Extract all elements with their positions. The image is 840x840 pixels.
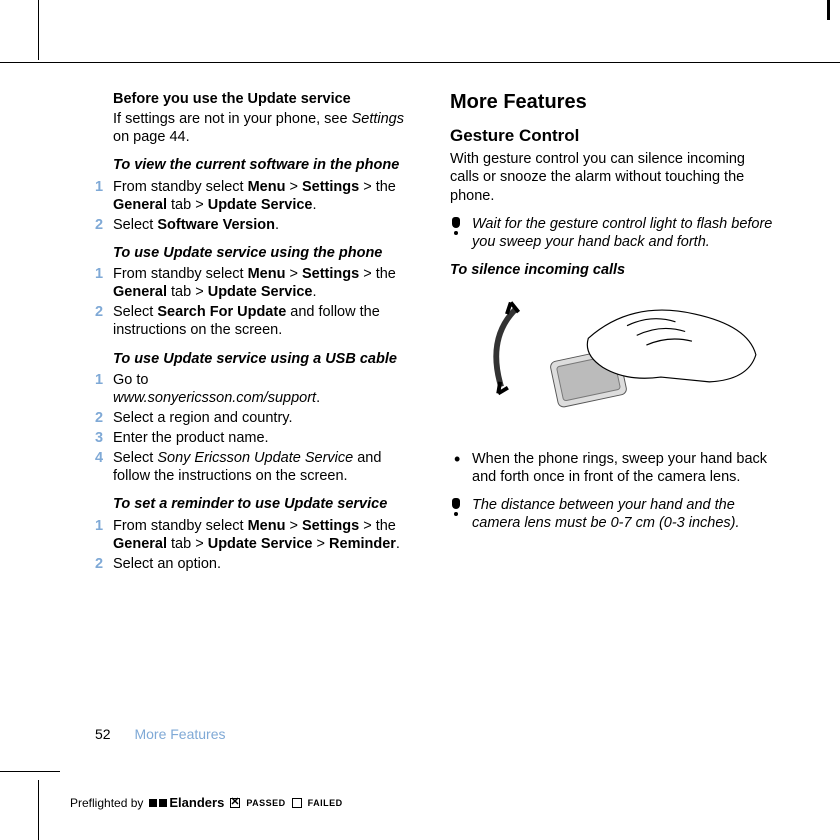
gesture-intro: With gesture control you can silence inc…	[450, 150, 775, 204]
use-usb-heading: To use Update service using a USB cable	[113, 350, 420, 368]
passed-checkbox-icon	[230, 798, 240, 808]
step: 1 From standby select Menu > Settings > …	[95, 517, 420, 553]
step: 4 Select Sony Ericsson Update Service an…	[95, 449, 420, 485]
use-phone-heading: To use Update service using the phone	[113, 244, 420, 262]
gesture-illustration	[450, 285, 775, 440]
preflight-label: Preflighted by	[70, 796, 143, 810]
failed-checkbox-icon	[292, 798, 302, 808]
crop-mark	[0, 62, 840, 63]
crop-mark	[38, 0, 39, 60]
set-reminder-heading: To set a reminder to use Update service	[113, 495, 420, 513]
crop-mark	[0, 771, 60, 772]
bullet-sweep: When the phone rings, sweep your hand ba…	[450, 450, 775, 486]
page-content: Before you use the Update service If set…	[95, 90, 775, 740]
step: 3Enter the product name.	[95, 429, 420, 447]
page-footer: 52 More Features	[95, 726, 226, 742]
page-number: 52	[95, 726, 111, 742]
crop-mark	[827, 0, 830, 20]
step: 2 Select Software Version.	[95, 216, 420, 234]
view-software-heading: To view the current software in the phon…	[113, 156, 420, 174]
passed-label: PASSED	[246, 798, 285, 808]
step: 2 Select Search For Update and follow th…	[95, 303, 420, 339]
more-features-heading: More Features	[450, 90, 775, 115]
right-column: More Features Gesture Control With gestu…	[450, 90, 775, 740]
gesture-control-heading: Gesture Control	[450, 125, 775, 146]
note-wait-light: Wait for the gesture control light to fl…	[450, 215, 775, 251]
failed-label: FAILED	[308, 798, 343, 808]
note-distance: The distance between your hand and the c…	[450, 496, 775, 532]
step: 1 From standby select Menu > Settings > …	[95, 265, 420, 301]
step: 1 Go towww.sonyericsson.com/support.	[95, 371, 420, 407]
important-icon	[450, 498, 462, 516]
section-name: More Features	[134, 726, 225, 742]
preflight-bar: Preflighted by Elanders PASSED FAILED	[70, 795, 343, 810]
before-heading: Before you use the Update service	[113, 90, 420, 108]
elanders-logo: Elanders	[149, 795, 224, 810]
crop-mark	[38, 780, 39, 840]
step: 2Select a region and country.	[95, 409, 420, 427]
intro-text: If settings are not in your phone, see S…	[113, 110, 420, 146]
left-column: Before you use the Update service If set…	[95, 90, 420, 740]
step: 1 From standby select Menu > Settings > …	[95, 178, 420, 214]
step: 2Select an option.	[95, 555, 420, 573]
important-icon	[450, 217, 462, 235]
silence-calls-heading: To silence incoming calls	[450, 261, 775, 279]
